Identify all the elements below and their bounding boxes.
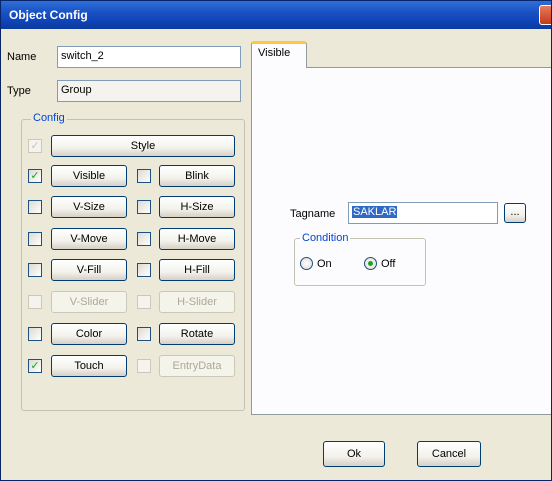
v-slider-checkbox	[28, 295, 42, 309]
close-icon[interactable]	[539, 5, 551, 25]
h-size-checkbox[interactable]	[137, 200, 151, 214]
touch-checkbox[interactable]: ✓	[28, 359, 42, 373]
tab-visible-label: Visible	[258, 47, 291, 59]
type-field: Group	[57, 80, 241, 102]
h-slider-checkbox	[137, 295, 151, 309]
h-move-checkbox[interactable]	[137, 232, 151, 246]
color-checkbox[interactable]	[28, 327, 42, 341]
window-title: Object Config	[9, 8, 88, 22]
name-label: Name	[7, 51, 37, 63]
v-slider-button: V-Slider	[51, 291, 127, 313]
off-radio-label: Off	[381, 258, 396, 270]
ok-button[interactable]: Ok	[323, 441, 385, 467]
h-move-button[interactable]: H-Move	[159, 228, 235, 250]
type-label: Type	[7, 85, 31, 97]
tagname-value: SAKLAR	[352, 206, 398, 218]
h-fill-button[interactable]: H-Fill	[159, 259, 235, 281]
entrydata-checkbox	[137, 359, 151, 373]
h-fill-checkbox[interactable]	[137, 263, 151, 277]
cancel-button[interactable]: Cancel	[417, 441, 481, 467]
entrydata-button: EntryData	[159, 355, 235, 377]
v-size-button[interactable]: V-Size	[51, 196, 127, 218]
blink-checkbox[interactable]	[137, 169, 151, 183]
v-fill-checkbox[interactable]	[28, 263, 42, 277]
tagname-label: Tagname	[290, 208, 336, 220]
blink-button[interactable]: Blink	[159, 165, 235, 187]
h-size-button[interactable]: H-Size	[159, 196, 235, 218]
rotate-button[interactable]: Rotate	[159, 323, 235, 345]
browse-tag-button[interactable]: ...	[504, 203, 526, 223]
color-button[interactable]: Color	[51, 323, 127, 345]
on-radio-label: On	[317, 258, 332, 270]
config-group-title: Config	[31, 112, 67, 124]
title-bar[interactable]: Object Config	[1, 1, 551, 29]
tab-visible[interactable]: Visible	[251, 41, 307, 68]
object-config-dialog: Object Config Name switch_2 Type Group C…	[0, 0, 552, 481]
v-move-checkbox[interactable]	[28, 232, 42, 246]
off-radio[interactable]	[364, 257, 377, 270]
name-field[interactable]: switch_2	[57, 46, 241, 68]
rotate-checkbox[interactable]	[137, 327, 151, 341]
tagname-field[interactable]: SAKLAR	[348, 202, 498, 224]
v-move-button[interactable]: V-Move	[51, 228, 127, 250]
visible-checkbox[interactable]: ✓	[28, 169, 42, 183]
style-button[interactable]: Style	[51, 135, 235, 157]
on-radio[interactable]	[300, 257, 313, 270]
touch-button[interactable]: Touch	[51, 355, 127, 377]
visible-button[interactable]: Visible	[51, 165, 127, 187]
h-slider-button: H-Slider	[159, 291, 235, 313]
v-fill-button[interactable]: V-Fill	[51, 259, 127, 281]
visible-tab-panel: Tagname SAKLAR ... Condition On Off	[251, 67, 551, 415]
condition-group	[294, 238, 426, 286]
condition-group-title: Condition	[300, 232, 351, 244]
v-size-checkbox[interactable]	[28, 200, 42, 214]
style-checkbox: ✓	[28, 139, 42, 153]
